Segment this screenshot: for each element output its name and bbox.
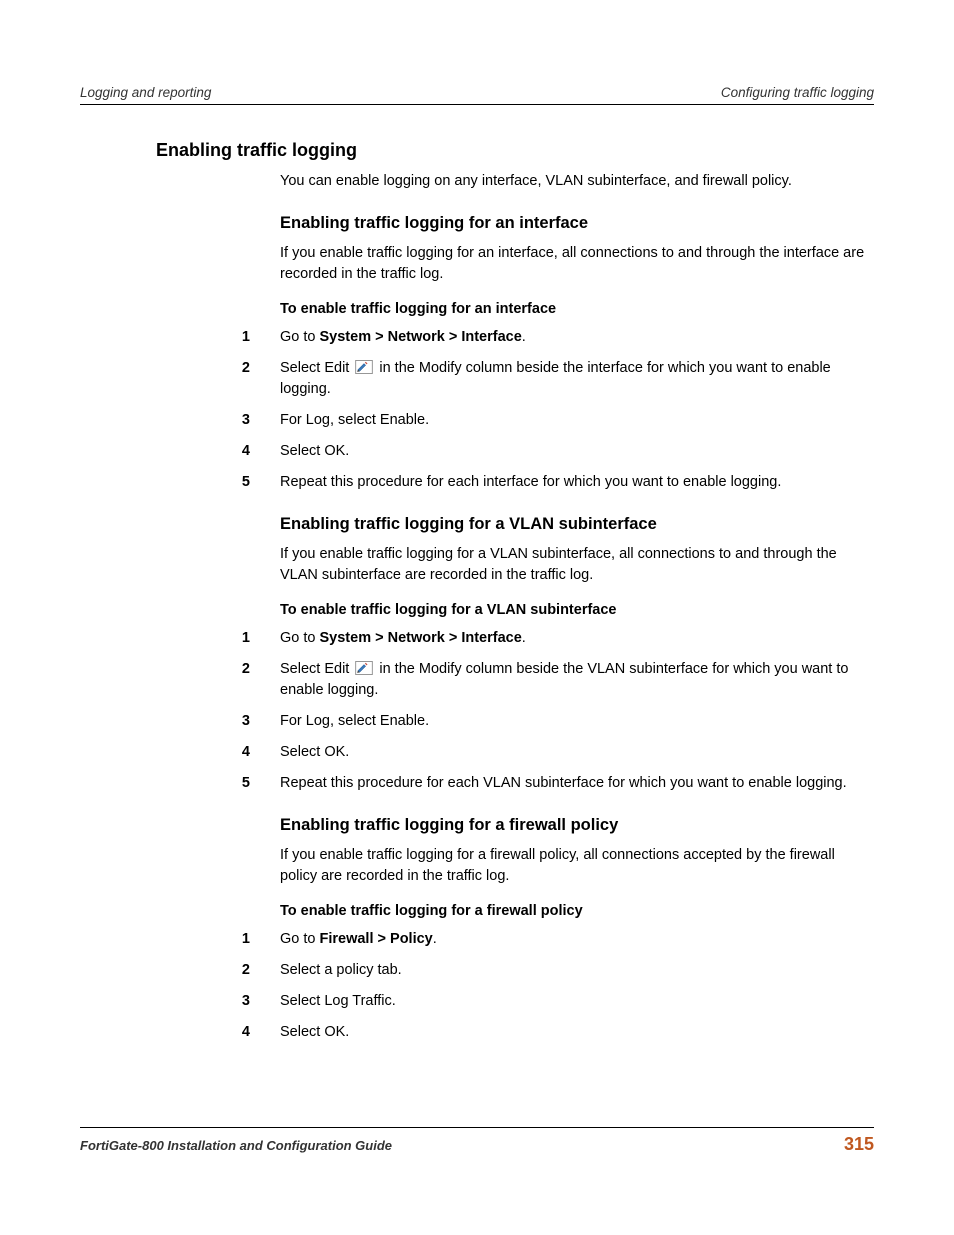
page-footer: FortiGate-800 Installation and Configura…	[80, 1127, 874, 1155]
subsection-title: Enabling traffic logging for an interfac…	[280, 214, 874, 233]
header-left: Logging and reporting	[80, 85, 211, 100]
page-number: 315	[844, 1134, 874, 1155]
step-text: Select a policy tab.	[280, 960, 874, 981]
step-number: 4	[80, 742, 280, 763]
procedure-title: To enable traffic logging for a firewall…	[280, 903, 874, 919]
edit-icon	[355, 360, 373, 374]
step-text: Select Edit in the Modify column beside …	[280, 358, 874, 400]
step-text: Go to Firewall > Policy.	[280, 929, 874, 950]
step-text: Select OK.	[280, 742, 874, 763]
header-right: Configuring traffic logging	[721, 85, 874, 100]
step-text: Repeat this procedure for each interface…	[280, 472, 874, 493]
procedure-step: 1Go to System > Network > Interface.	[80, 628, 874, 649]
step-text: Go to System > Network > Interface.	[280, 628, 874, 649]
procedure-step: 3For Log, select Enable.	[80, 410, 874, 431]
subsection-title: Enabling traffic logging for a firewall …	[280, 816, 874, 835]
procedure-step: 2Select Edit in the Modify column beside…	[80, 659, 874, 701]
step-number: 2	[80, 358, 280, 400]
step-number: 1	[80, 929, 280, 950]
step-number: 2	[80, 659, 280, 701]
step-number: 2	[80, 960, 280, 981]
procedure-step: 1Go to System > Network > Interface.	[80, 327, 874, 348]
step-number: 3	[80, 410, 280, 431]
step-number: 3	[80, 991, 280, 1012]
step-number: 1	[80, 327, 280, 348]
step-text: For Log, select Enable.	[280, 711, 874, 732]
procedure-step: 4Select OK.	[80, 1022, 874, 1043]
step-text: Go to System > Network > Interface.	[280, 327, 874, 348]
footer-guide-title: FortiGate-800 Installation and Configura…	[80, 1138, 392, 1153]
procedure-step: 5Repeat this procedure for each VLAN sub…	[80, 773, 874, 794]
procedure-step: 3Select Log Traffic.	[80, 991, 874, 1012]
procedure-step: 3For Log, select Enable.	[80, 711, 874, 732]
step-number: 4	[80, 441, 280, 462]
step-text: Select OK.	[280, 1022, 874, 1043]
edit-icon	[355, 661, 373, 675]
step-number: 5	[80, 773, 280, 794]
procedure-step: 5Repeat this procedure for each interfac…	[80, 472, 874, 493]
step-text: Select Log Traffic.	[280, 991, 874, 1012]
page-header: Logging and reporting Configuring traffi…	[80, 85, 874, 105]
step-number: 1	[80, 628, 280, 649]
procedure-step: 2Select a policy tab.	[80, 960, 874, 981]
section-intro: You can enable logging on any interface,…	[280, 171, 874, 192]
step-number: 5	[80, 472, 280, 493]
subsection-para: If you enable traffic logging for a VLAN…	[280, 544, 874, 586]
section-title: Enabling traffic logging	[156, 140, 874, 161]
subsection-title: Enabling traffic logging for a VLAN subi…	[280, 515, 874, 534]
page-content: Enabling traffic logging You can enable …	[80, 105, 874, 1043]
procedure-step: 2Select Edit in the Modify column beside…	[80, 358, 874, 400]
step-text: Select Edit in the Modify column beside …	[280, 659, 874, 701]
procedure-step: 1Go to Firewall > Policy.	[80, 929, 874, 950]
step-number: 4	[80, 1022, 280, 1043]
subsection-para: If you enable traffic logging for a fire…	[280, 845, 874, 887]
step-number: 3	[80, 711, 280, 732]
procedure-title: To enable traffic logging for an interfa…	[280, 301, 874, 317]
step-text: For Log, select Enable.	[280, 410, 874, 431]
step-text: Select OK.	[280, 441, 874, 462]
procedure-title: To enable traffic logging for a VLAN sub…	[280, 602, 874, 618]
subsection-para: If you enable traffic logging for an int…	[280, 243, 874, 285]
step-text: Repeat this procedure for each VLAN subi…	[280, 773, 874, 794]
procedure-step: 4Select OK.	[80, 742, 874, 763]
procedure-step: 4Select OK.	[80, 441, 874, 462]
